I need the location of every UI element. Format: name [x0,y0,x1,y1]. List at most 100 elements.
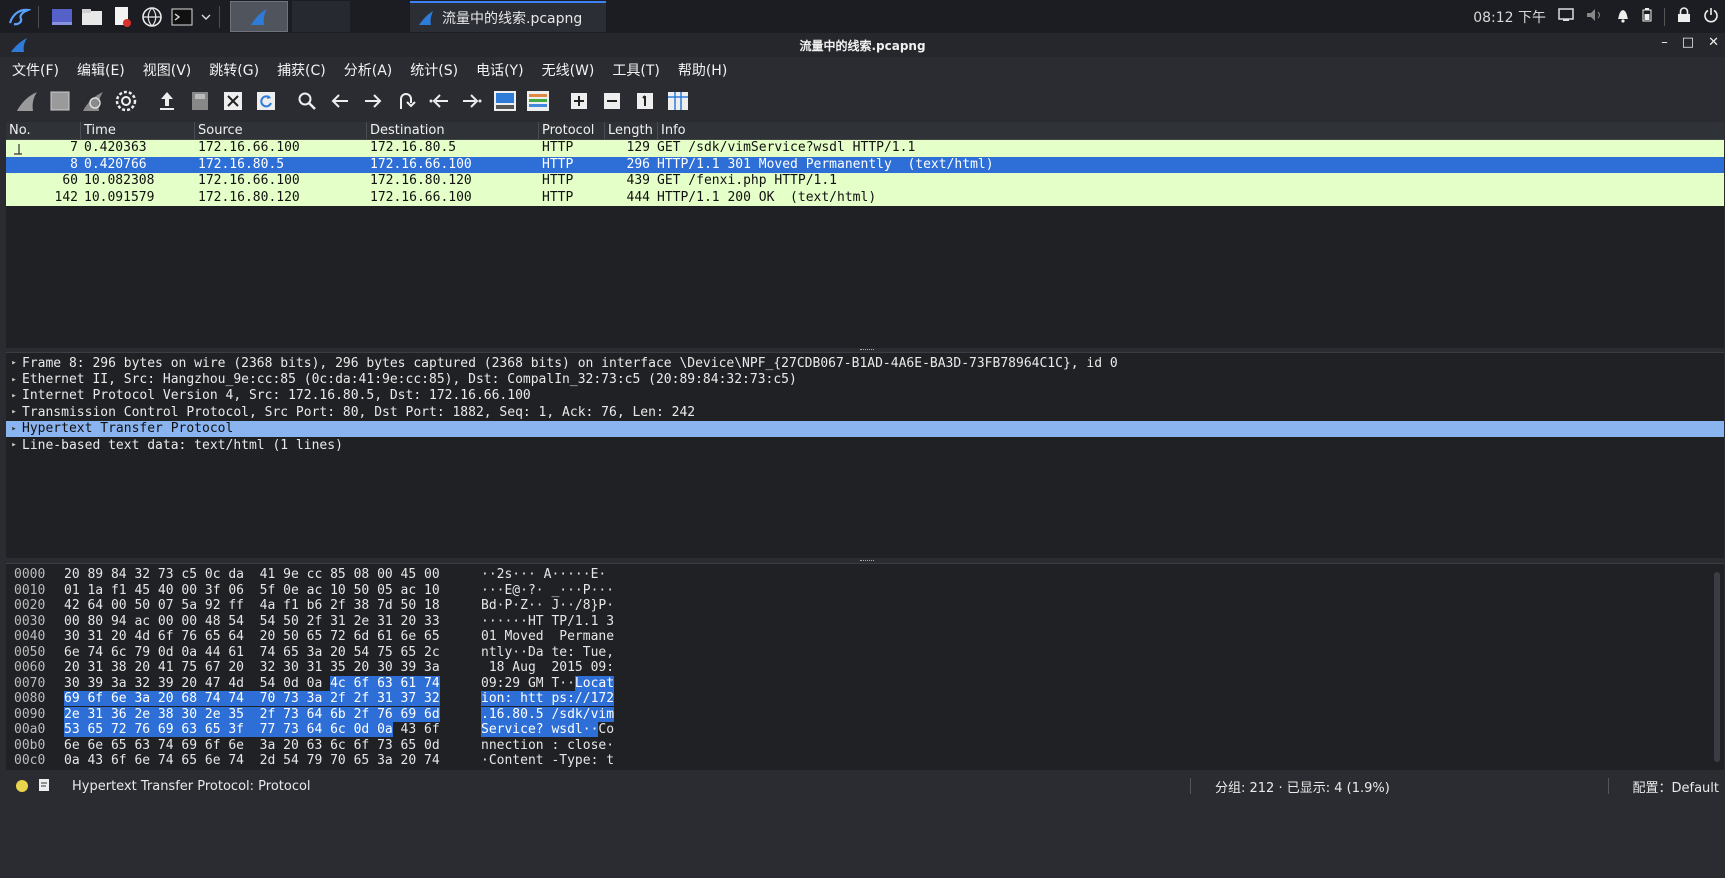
expand-arrow-icon[interactable]: ▸ [6,424,22,434]
bytes-ascii[interactable]: nnection : close· [481,738,631,754]
bytes-ascii[interactable]: ion: htt ps://172 [481,691,631,707]
bytes-ascii[interactable]: ntly··Da te: Tue, [481,645,631,661]
packet-row[interactable]: 7 0.420363 172.16.66.100 172.16.80.5 HTT… [6,140,1724,157]
display-icon[interactable] [1558,7,1574,26]
taskbar-window-wireshark[interactable] [230,1,288,32]
menu-help[interactable]: 帮助(H) [676,58,729,82]
bytes-hex[interactable]: 30 39 3a 32 39 20 47 4d 54 0d 0a 4c 6f 6… [64,675,481,692]
restart-capture-icon[interactable] [78,86,108,116]
bytes-ascii[interactable]: 09:29 GM T··Locat [481,675,631,692]
taskbar-window-empty[interactable] [292,1,350,32]
detail-tree-item[interactable]: ▸ Line-based text data: text/html (1 lin… [6,437,1724,453]
column-header-info[interactable]: Info [658,122,1724,139]
column-header-protocol[interactable]: Protocol [539,122,605,139]
menu-file[interactable]: 文件(F) [10,58,61,82]
detail-tree-item-selected[interactable]: ▸ Hypertext Transfer Protocol [6,420,1724,437]
bytes-row[interactable]: 0060 20 31 38 20 41 75 67 20 32 30 31 35 … [6,660,1724,676]
bytes-ascii[interactable]: Service? wsdl··Co [481,722,631,738]
capture-options-gear-icon[interactable] [111,86,141,116]
power-icon[interactable] [1703,7,1719,27]
text-editor-icon[interactable] [109,4,135,30]
volume-icon[interactable] [1586,8,1604,26]
bytes-row[interactable]: 0090 2e 31 36 2e 38 30 2e 35 2f 73 64 6b … [6,706,1724,723]
lock-icon[interactable] [1677,6,1691,27]
bytes-ascii[interactable]: ···E@·?· _···P··· [481,583,631,599]
close-button[interactable]: ✕ [1708,35,1719,50]
bytes-hex[interactable]: 01 1a f1 45 40 00 3f 06 5f 0e ac 10 50 0… [64,583,481,599]
status-profile[interactable]: 配置：Default [1633,777,1720,796]
menu-view[interactable]: 视图(V) [141,58,194,82]
menu-telephony[interactable]: 电话(Y) [474,58,525,82]
bytes-ascii[interactable]: 01 Moved Permane [481,629,631,645]
bytes-row[interactable]: 0070 30 39 3a 32 39 20 47 4d 54 0d 0a 4c … [6,675,1724,692]
column-header-destination[interactable]: Destination [367,122,539,139]
web-browser-icon[interactable] [139,4,165,30]
bytes-ascii[interactable]: .16.80.5 /sdk/vim [481,706,631,723]
window-titlebar[interactable]: 流量中的线索.pcapng – □ ✕ [0,33,1725,57]
zoom-out-icon[interactable] [597,86,627,116]
expand-arrow-icon[interactable]: ▸ [6,391,22,401]
go-to-packet-icon[interactable] [391,86,421,116]
chevron-down-icon[interactable] [199,4,213,30]
notification-bell-icon[interactable] [1616,7,1630,27]
bytes-row[interactable]: 00c0 0a 43 6f 6e 74 65 6e 74 2d 54 79 70 … [6,753,1724,769]
bytes-hex[interactable]: 69 6f 6e 3a 20 68 74 74 70 73 3a 2f 2f 3… [64,691,481,707]
bytes-row[interactable]: 0030 00 80 94 ac 00 00 48 54 54 50 2f 31 … [6,614,1724,630]
show-desktop-icon[interactable] [49,4,75,30]
bytes-ascii[interactable]: ······HT TP/1.1 3 [481,614,631,630]
expert-info-indicator-icon[interactable] [16,780,28,792]
expand-arrow-icon[interactable]: ▸ [6,440,22,450]
search-icon[interactable] [292,86,322,116]
packet-row[interactable]: 60 10.082308 172.16.66.100 172.16.80.120… [6,173,1724,190]
bytes-scrollbar[interactable] [1714,572,1720,762]
battery-icon[interactable] [1642,7,1652,26]
minimize-button[interactable]: – [1661,35,1668,50]
bytes-ascii[interactable]: ·Content -Type: t [481,753,631,769]
bytes-hex[interactable]: 30 31 20 4d 6f 76 65 64 20 50 65 72 6d 6… [64,629,481,645]
bytes-row[interactable]: 0080 69 6f 6e 3a 20 68 74 74 70 73 3a 2f … [6,691,1724,707]
taskbar-window-title[interactable]: 流量中的线索.pcapng [410,1,606,32]
go-last-packet-icon[interactable] [457,86,487,116]
detail-tree-item[interactable]: ▸ Internet Protocol Version 4, Src: 172.… [6,388,1724,404]
bytes-row[interactable]: 0000 20 89 84 32 73 c5 0c da 41 9e cc 85 … [6,567,1724,583]
menu-analyze[interactable]: 分析(A) [342,58,395,82]
bytes-hex[interactable]: 2e 31 36 2e 38 30 2e 35 2f 73 64 6b 2f 7… [64,706,481,723]
bytes-hex[interactable]: 53 65 72 76 69 63 65 3f 77 73 64 6c 0d 0… [64,722,481,738]
bytes-row[interactable]: 0020 42 64 00 50 07 5a 92 ff 4a f1 b6 2f … [6,598,1724,614]
expand-arrow-icon[interactable]: ▸ [6,407,22,417]
bytes-row[interactable]: 0010 01 1a f1 45 40 00 3f 06 5f 0e ac 10 … [6,583,1724,599]
expand-arrow-icon[interactable]: ▸ [6,375,22,385]
bytes-row[interactable]: 0040 30 31 20 4d 6f 76 65 64 20 50 65 72 … [6,629,1724,645]
clock[interactable]: 08:12 下午 [1473,7,1546,27]
packet-row-selected[interactable]: 8 0.420766 172.16.80.5 172.16.66.100 HTT… [6,156,1724,173]
bytes-row[interactable]: 00a0 53 65 72 76 69 63 65 3f 77 73 64 6c … [6,722,1724,738]
bytes-hex[interactable]: 00 80 94 ac 00 00 48 54 54 50 2f 31 2e 3… [64,614,481,630]
stop-capture-icon[interactable] [45,86,75,116]
pane-splitter[interactable] [860,560,874,562]
maximize-button[interactable]: □ [1682,35,1694,50]
bytes-ascii[interactable]: 18 Aug 2015 09: [481,660,631,676]
menu-statistics[interactable]: 统计(S) [408,58,460,82]
column-header-source[interactable]: Source [195,122,367,139]
file-manager-icon[interactable] [79,4,105,30]
detail-tree-item[interactable]: ▸ Ethernet II, Src: Hangzhou_9e:cc:85 (0… [6,371,1724,387]
detail-tree-item[interactable]: ▸ Transmission Control Protocol, Src Por… [6,404,1724,420]
column-header-time[interactable]: Time [81,122,195,139]
terminal-icon[interactable] [169,4,195,30]
bytes-hex[interactable]: 0a 43 6f 6e 74 65 6e 74 2d 54 79 70 65 3… [64,753,481,769]
bytes-hex[interactable]: 6e 6e 65 63 74 69 6f 6e 3a 20 63 6c 6f 7… [64,738,481,754]
column-header-length[interactable]: Length [605,122,658,139]
start-capture-icon[interactable] [12,86,42,116]
packet-row[interactable]: 142 10.091579 172.16.80.120 172.16.66.10… [6,189,1724,206]
menu-tools[interactable]: 工具(T) [610,58,661,82]
bytes-hex[interactable]: 20 89 84 32 73 c5 0c da 41 9e cc 85 08 0… [64,567,481,583]
pane-splitter[interactable] [860,349,874,351]
reload-file-icon[interactable] [251,86,281,116]
go-back-icon[interactable] [325,86,355,116]
bytes-row[interactable]: 00b0 6e 6e 65 63 74 69 6f 6e 3a 20 63 6c … [6,738,1724,754]
colorize-icon[interactable] [523,86,553,116]
capture-comment-icon[interactable] [38,778,50,795]
go-forward-icon[interactable] [358,86,388,116]
bytes-ascii[interactable]: Bd·P·Z·· J··/8}P· [481,598,631,614]
menu-wireless[interactable]: 无线(W) [540,58,597,82]
